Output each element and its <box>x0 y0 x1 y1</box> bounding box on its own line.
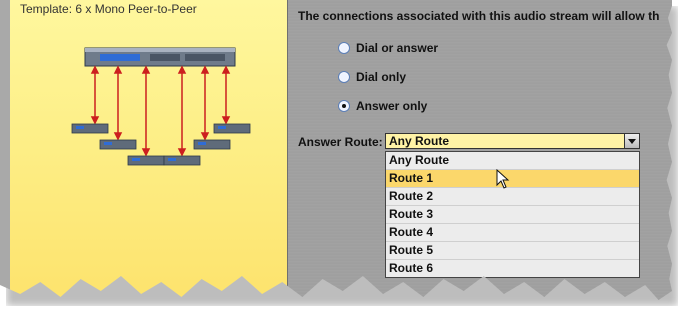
radio-label: Answer only <box>356 99 428 113</box>
screenshot-card: Template: 6 x Mono Peer-to-Peer The conn… <box>0 0 672 300</box>
intro-text: The connections associated with this aud… <box>298 9 660 23</box>
arrow-cursor-icon <box>496 169 510 189</box>
radio-answer-only[interactable]: Answer only <box>338 99 427 113</box>
radio-button[interactable] <box>338 71 350 83</box>
radio-button[interactable] <box>338 100 350 112</box>
dropdown-option[interactable]: Route 6 <box>386 260 639 277</box>
dropdown-option[interactable]: Any Route <box>386 152 639 170</box>
template-title: Template: 6 x Mono Peer-to-Peer <box>20 2 197 16</box>
dropdown-option[interactable]: Route 4 <box>386 224 639 242</box>
radio-dial-only[interactable]: Dial only <box>338 70 406 84</box>
answer-route-label: Answer Route: <box>298 135 383 149</box>
template-panel: Template: 6 x Mono Peer-to-Peer <box>0 0 287 300</box>
peer-to-peer-diagram <box>71 47 251 166</box>
answer-route-select[interactable]: Any Route <box>385 133 640 149</box>
answer-route-selected: Any Route <box>389 134 449 148</box>
radio-button[interactable] <box>338 42 350 54</box>
chevron-down-icon[interactable] <box>624 134 639 148</box>
settings-panel: The connections associated with this aud… <box>287 0 672 300</box>
radio-label: Dial or answer <box>356 41 439 55</box>
dropdown-option[interactable]: Route 2 <box>386 188 639 206</box>
radio-label: Dial only <box>356 70 407 84</box>
answer-route-dropdown: Any Route Route 1 Route 2 Route 3 Route … <box>385 151 640 278</box>
dropdown-option[interactable]: Route 1 <box>386 170 639 188</box>
dropdown-option[interactable]: Route 3 <box>386 206 639 224</box>
dropdown-option[interactable]: Route 5 <box>386 242 639 260</box>
main-rack-device <box>84 47 236 67</box>
radio-dial-or-answer[interactable]: Dial or answer <box>338 41 438 55</box>
